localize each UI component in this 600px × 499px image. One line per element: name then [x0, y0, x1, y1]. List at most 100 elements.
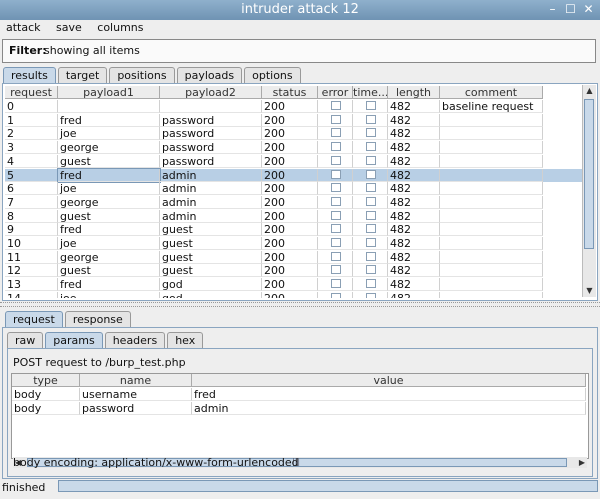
column-header[interactable]: type	[12, 374, 80, 387]
checkbox[interactable]	[331, 183, 341, 193]
filter-bar[interactable]: Filter: showing all items	[2, 39, 596, 63]
error-cell	[318, 154, 353, 168]
table-row[interactable]: 11 george guest 200 482	[5, 250, 582, 264]
param-row[interactable]: body username fred	[12, 388, 588, 401]
results-vertical-scrollbar[interactable]: ▲ ▼	[582, 85, 596, 297]
checkbox[interactable]	[331, 279, 341, 289]
tab-request[interactable]: request	[5, 311, 63, 327]
checkbox[interactable]	[331, 265, 341, 275]
table-row[interactable]: 1 fred password 200 482	[5, 113, 582, 127]
time-cell	[353, 237, 388, 250]
request-cell: 14	[5, 291, 58, 298]
error-cell	[318, 141, 353, 155]
payload2-cell: password	[160, 154, 262, 168]
length-cell: 482	[388, 264, 440, 278]
scroll-right-icon[interactable]: ▶	[579, 457, 585, 468]
minimize-button[interactable]: –	[545, 2, 560, 17]
column-header[interactable]: name	[80, 374, 192, 387]
table-row[interactable]: 8 guest admin 200 482	[5, 209, 582, 223]
param-row[interactable]: body password admin	[12, 402, 588, 415]
column-header[interactable]: time...	[353, 86, 388, 99]
menu-attack[interactable]: attack	[6, 20, 41, 36]
maximize-button[interactable]: ☐	[563, 2, 578, 17]
column-header[interactable]: payload1	[58, 86, 160, 99]
checkbox[interactable]	[366, 101, 376, 110]
table-row[interactable]: 14joegod200 482	[5, 291, 582, 298]
checkbox[interactable]	[366, 251, 376, 261]
tab-headers[interactable]: headers	[104, 332, 166, 348]
column-header[interactable]: value	[192, 374, 586, 387]
checkbox[interactable]	[366, 142, 376, 152]
checkbox[interactable]	[366, 279, 376, 289]
close-button[interactable]: ✕	[581, 2, 596, 17]
pane-splitter[interactable]	[0, 302, 600, 307]
checkbox[interactable]	[331, 196, 341, 206]
checkbox[interactable]	[366, 155, 376, 165]
checkbox[interactable]	[331, 224, 341, 234]
checkbox[interactable]	[366, 114, 376, 124]
table-row[interactable]: 5 fred admin 200 482	[5, 167, 582, 183]
checkbox[interactable]	[366, 238, 376, 247]
tab-raw[interactable]: raw	[7, 332, 44, 348]
tab-target[interactable]: target	[57, 67, 108, 83]
menu-save[interactable]: save	[56, 20, 82, 36]
payload2-cell: guest	[160, 250, 262, 264]
checkbox[interactable]	[331, 292, 341, 298]
column-header[interactable]: request	[5, 86, 58, 99]
scroll-down-icon[interactable]: ▼	[583, 285, 596, 297]
column-header[interactable]: error	[318, 86, 353, 99]
checkbox[interactable]	[366, 265, 376, 275]
checkbox[interactable]	[331, 101, 341, 110]
checkbox[interactable]	[331, 142, 341, 152]
comment-cell	[440, 237, 543, 250]
tab-params[interactable]: params	[45, 332, 103, 348]
checkbox[interactable]	[331, 128, 341, 138]
params-header-row[interactable]: type name value	[12, 374, 588, 387]
checkbox[interactable]	[366, 183, 376, 193]
table-row[interactable]: 6 joe admin 200 482	[5, 182, 582, 196]
column-header[interactable]: comment	[440, 86, 543, 99]
checkbox[interactable]	[331, 155, 341, 165]
checkbox[interactable]	[331, 169, 341, 179]
tab-results[interactable]: results	[3, 67, 56, 83]
error-cell	[318, 250, 353, 264]
table-row[interactable]: 4 guest password 200 482	[5, 154, 582, 168]
tab-positions[interactable]: positions	[109, 67, 175, 83]
table-row[interactable]: 7 george admin 200 482	[5, 195, 582, 209]
checkbox[interactable]	[366, 128, 376, 138]
checkbox[interactable]	[366, 292, 376, 298]
results-header-row[interactable]: request payload1 payload2 status error time..…	[5, 86, 582, 99]
column-header[interactable]: status	[262, 86, 318, 99]
status-cell: 200	[262, 168, 318, 182]
scroll-up-icon[interactable]: ▲	[583, 85, 596, 97]
tab-payloads[interactable]: payloads	[176, 67, 243, 83]
checkbox[interactable]	[331, 114, 341, 124]
table-row[interactable]: 2 joe password 200 482	[5, 127, 582, 141]
payload1-cell: george	[58, 195, 160, 209]
checkbox[interactable]	[366, 210, 376, 220]
table-row[interactable]: 3 george password 200 482	[5, 141, 582, 155]
table-row[interactable]: 13 fred god 200 482	[5, 278, 582, 292]
checkbox[interactable]	[331, 251, 341, 261]
checkbox[interactable]	[366, 169, 376, 179]
column-header[interactable]: payload2	[160, 86, 262, 99]
table-row[interactable]: 9 fred guest 200 482	[5, 223, 582, 237]
payload1-cell: fred	[58, 223, 160, 237]
checkbox[interactable]	[366, 196, 376, 206]
table-row[interactable]: 0 200 482 baseline request	[5, 100, 582, 113]
tab-options[interactable]: options	[244, 67, 301, 83]
time-cell	[353, 209, 388, 223]
tab-hex[interactable]: hex	[167, 332, 204, 348]
scroll-thumb[interactable]	[584, 99, 594, 249]
payload1-cell: joe	[58, 291, 160, 298]
tab-response[interactable]: response	[64, 311, 131, 327]
checkbox[interactable]	[331, 210, 341, 220]
status-cell: 200	[262, 291, 318, 298]
table-row[interactable]: 10 joe guest 200 482	[5, 237, 582, 250]
comment-cell	[440, 182, 543, 196]
checkbox[interactable]	[366, 224, 376, 234]
table-row[interactable]: 12 guest guest 200 482	[5, 264, 582, 278]
column-header[interactable]: length	[388, 86, 440, 99]
menu-columns[interactable]: columns	[97, 20, 143, 36]
checkbox[interactable]	[331, 238, 341, 247]
